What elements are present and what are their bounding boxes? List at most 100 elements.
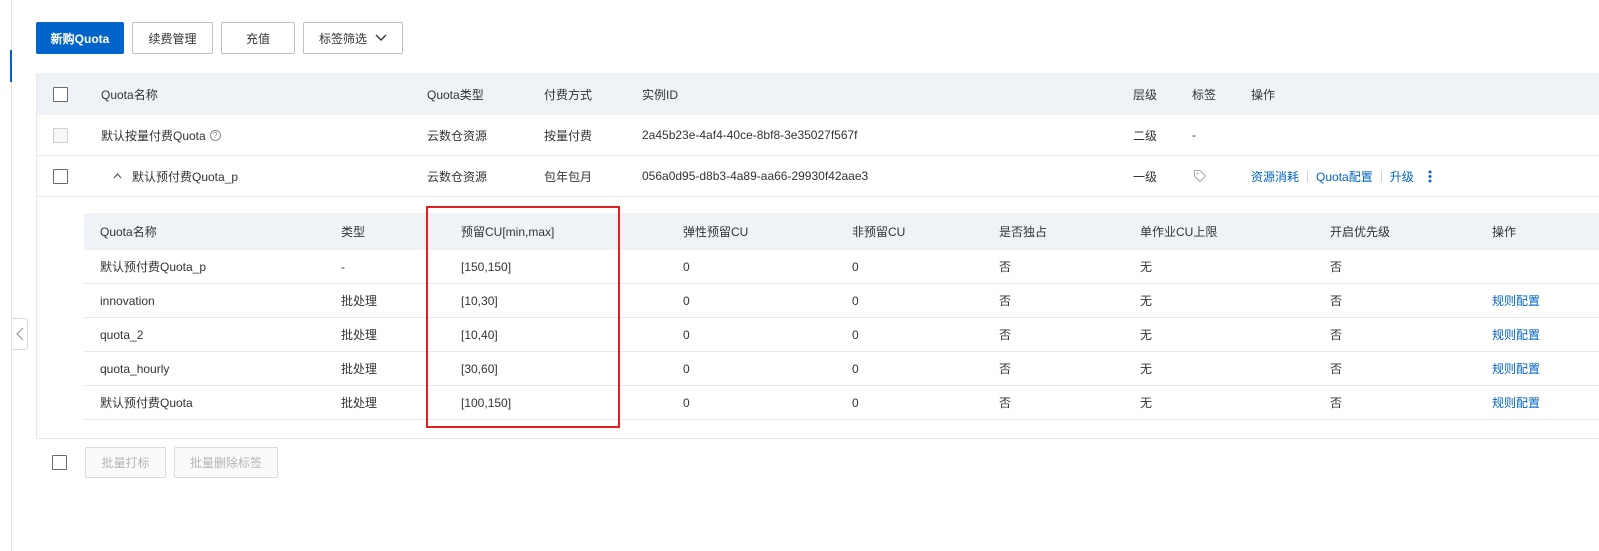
billing-method: 包年包月	[544, 169, 593, 184]
highlight-box	[426, 206, 620, 428]
sub-table-row: innovation 批处理 [10,30] 0 0 否 无 否 规则配置	[84, 284, 1599, 318]
job-cu-limit: 无	[1140, 260, 1153, 274]
sub-column-header-ops: 操作	[1492, 225, 1517, 239]
elastic-cu: 0	[683, 361, 690, 376]
rule-config-link[interactable]: 规则配置	[1492, 318, 1540, 351]
collapse-row-toggle[interactable]	[113, 173, 122, 179]
sub-column-header-type: 类型	[341, 225, 366, 239]
column-header-billing: 付费方式	[544, 87, 593, 102]
elastic-cu: 0	[683, 259, 690, 274]
table-header: Quota名称 Quota类型 付费方式 实例ID 层级 标签 操作	[37, 73, 1599, 115]
quota-config-link[interactable]: Quota配置	[1316, 168, 1373, 185]
exclusive: 否	[999, 362, 1012, 376]
sub-quota-name: innovation	[100, 293, 155, 308]
priority-enabled: 否	[1330, 260, 1343, 274]
sub-table-header: Quota名称 类型 预留CU[min,max] 弹性预留CU 非预留CU 是否…	[84, 213, 1599, 250]
quota-name: 默认按量付费Quota	[101, 128, 206, 143]
priority-enabled: 否	[1330, 294, 1343, 308]
elastic-cu: 0	[683, 395, 690, 410]
upgrade-link[interactable]: 升级	[1390, 168, 1414, 185]
billing-method: 按量付费	[544, 128, 593, 143]
sub-table-row: 默认预付费Quota 批处理 [100,150] 0 0 否 无 否 规则配置	[84, 386, 1599, 420]
sub-column-header-name: Quota名称	[100, 225, 157, 239]
instance-id: 2a45b23e-4af4-40ce-8bf8-3e35027f567f	[642, 128, 858, 142]
tag-value: -	[1192, 128, 1196, 142]
sub-quota-name: 默认预付费Quota_p	[100, 260, 207, 274]
column-header-level: 层级	[1133, 87, 1158, 102]
quota-type: 云数仓资源	[427, 169, 488, 184]
table-row: 默认按量付费Quota ? 云数仓资源 按量付费 2a45b23e-4af4-4…	[37, 115, 1599, 156]
quota-type: 云数仓资源	[427, 128, 488, 143]
row-actions: 资源消耗 Quota配置 升级	[1251, 156, 1432, 196]
sub-quota-name: quota_2	[100, 327, 144, 342]
batch-tag-button[interactable]: 批量打标	[85, 447, 166, 478]
level: 一级	[1133, 169, 1158, 184]
chevron-left-icon	[15, 327, 23, 341]
nonreserved-cu: 0	[852, 395, 859, 410]
sub-quota-table: Quota名称 类型 预留CU[min,max] 弹性预留CU 非预留CU 是否…	[37, 197, 1599, 438]
sidebar-collapse-button[interactable]	[12, 318, 28, 350]
tag-filter-label: 标签筛选	[318, 31, 367, 46]
exclusive: 否	[999, 396, 1012, 410]
sub-quota-type: 批处理	[341, 396, 378, 410]
select-all-checkbox[interactable]	[53, 86, 68, 102]
priority-enabled: 否	[1330, 396, 1343, 410]
exclusive: 否	[999, 294, 1012, 308]
column-header-instance-id: 实例ID	[642, 87, 679, 102]
column-header-ops: 操作	[1251, 87, 1276, 102]
priority-enabled: 否	[1330, 328, 1343, 342]
select-all-footer-checkbox[interactable]	[52, 455, 67, 470]
instance-id: 056a0d95-d8b3-4a89-aa66-29930f42aae3	[642, 169, 869, 183]
sub-column-header-elastic: 弹性预留CU	[683, 225, 749, 239]
tag-filter-dropdown[interactable]: 标签筛选	[303, 22, 403, 54]
more-actions-button[interactable]	[1428, 170, 1432, 183]
more-vertical-icon	[1428, 170, 1432, 182]
resource-consumption-link[interactable]: 资源消耗	[1251, 168, 1299, 185]
chevron-up-icon	[113, 173, 122, 179]
exclusive: 否	[999, 260, 1012, 274]
column-header-name: Quota名称	[101, 87, 158, 102]
divider	[1380, 170, 1382, 182]
rule-config-link[interactable]: 规则配置	[1492, 284, 1540, 317]
divider	[1307, 170, 1309, 182]
row-checkbox[interactable]	[53, 168, 68, 184]
priority-enabled: 否	[1330, 362, 1343, 376]
rule-config-link[interactable]: 规则配置	[1492, 386, 1540, 419]
sub-quota-type: -	[341, 259, 345, 274]
sub-column-header-job-limit: 单作业CU上限	[1140, 225, 1218, 239]
nonreserved-cu: 0	[852, 293, 859, 308]
sub-quota-name: 默认预付费Quota	[100, 396, 193, 410]
sub-table-row: 默认预付费Quota_p - [150,150] 0 0 否 无 否	[84, 250, 1599, 284]
job-cu-limit: 无	[1140, 294, 1153, 308]
job-cu-limit: 无	[1140, 396, 1153, 410]
column-header-type: Quota类型	[427, 87, 484, 102]
sub-column-header-exclusive: 是否独占	[999, 225, 1048, 239]
tag-icon	[1194, 170, 1207, 183]
buy-quota-button[interactable]: 新购Quota	[36, 22, 124, 54]
level: 二级	[1133, 128, 1158, 143]
renew-management-button[interactable]: 续费管理	[132, 22, 213, 54]
sub-quota-name: quota_hourly	[100, 361, 170, 376]
toolbar: 新购Quota 续费管理 充值 标签筛选	[36, 22, 403, 54]
chevron-down-icon	[375, 34, 387, 41]
sub-quota-type: 批处理	[341, 328, 378, 342]
nonreserved-cu: 0	[852, 361, 859, 376]
recharge-button[interactable]: 充值	[221, 22, 295, 54]
left-nav-border	[11, 0, 12, 551]
batch-remove-tag-button[interactable]: 批量删除标签	[174, 447, 278, 478]
sub-column-header-nonreserved: 非预留CU	[852, 225, 906, 239]
left-nav-active-indicator	[10, 50, 12, 82]
row-checkbox[interactable]	[53, 127, 68, 143]
nonreserved-cu: 0	[852, 327, 859, 342]
batch-actions-bar: 批量打标 批量删除标签	[52, 447, 286, 478]
edit-tag-button[interactable]	[1193, 156, 1207, 196]
sub-quota-type: 批处理	[341, 362, 378, 376]
job-cu-limit: 无	[1140, 328, 1153, 342]
job-cu-limit: 无	[1140, 362, 1153, 376]
help-icon[interactable]: ?	[209, 129, 221, 141]
exclusive: 否	[999, 328, 1012, 342]
elastic-cu: 0	[683, 327, 690, 342]
rule-config-link[interactable]: 规则配置	[1492, 352, 1540, 385]
quota-name: 默认预付费Quota_p	[132, 169, 239, 184]
column-header-tag: 标签	[1192, 87, 1217, 102]
